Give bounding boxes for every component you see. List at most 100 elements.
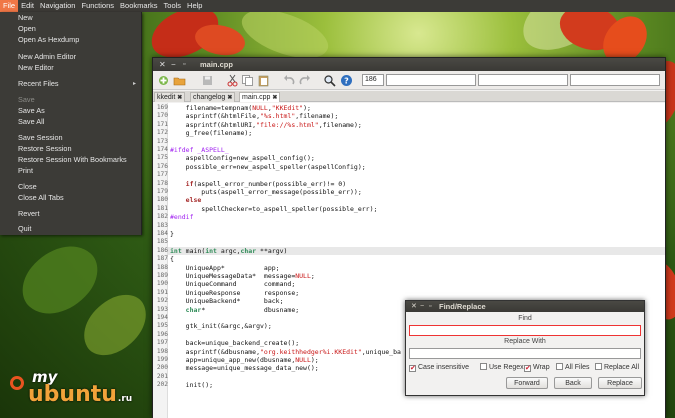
replace-button[interactable]: Replace bbox=[598, 377, 642, 389]
define-input[interactable] bbox=[478, 74, 568, 86]
menu-tools[interactable]: Tools bbox=[161, 0, 185, 12]
tab-kkedit[interactable]: kkedit ✖ bbox=[154, 92, 186, 102]
find-input[interactable] bbox=[409, 325, 641, 336]
file-menu-item-open-as-hexdump[interactable]: Open As Hexdump bbox=[18, 35, 79, 45]
goto-line-input[interactable]: 186 bbox=[362, 74, 384, 86]
save-icon[interactable] bbox=[201, 74, 214, 87]
tab-close-icon[interactable]: ✖ bbox=[272, 95, 277, 101]
file-menu-item-recent-files[interactable]: Recent Files bbox=[18, 79, 59, 89]
redo-icon[interactable] bbox=[298, 74, 311, 87]
case-insensitive-checkbox[interactable]: ✔ Case insensitive bbox=[409, 363, 469, 372]
code-line[interactable]: UniqueResponse response; bbox=[170, 289, 300, 297]
menu-functions[interactable]: Functions bbox=[78, 0, 117, 12]
file-menu-item-save: Save bbox=[18, 95, 35, 104]
logo-line-2: ubuntu bbox=[28, 382, 117, 407]
close-icon[interactable]: ✕ bbox=[159, 59, 166, 70]
code-line[interactable]: possible_err=new_aspell_speller(aspellCo… bbox=[170, 163, 366, 171]
open-folder-icon[interactable] bbox=[173, 74, 186, 87]
wrap-checkbox[interactable]: ✔ Wrap bbox=[524, 363, 550, 372]
code-line[interactable]: #ifdef _ASPELL_ bbox=[170, 146, 229, 154]
checkbox-icon bbox=[595, 363, 602, 370]
code-line[interactable]: puts(aspell_error_message(possible_err))… bbox=[170, 188, 361, 196]
undo-icon[interactable] bbox=[283, 74, 296, 87]
replace-all-checkbox[interactable]: Replace All bbox=[595, 363, 639, 372]
file-menu-item-close[interactable]: Close bbox=[18, 182, 37, 192]
file-menu-item-revert[interactable]: Revert bbox=[18, 209, 40, 219]
code-line[interactable]: init(); bbox=[170, 381, 213, 389]
code-line[interactable]: UniqueApp* app; bbox=[170, 264, 280, 272]
help-icon[interactable]: ? bbox=[340, 74, 353, 87]
code-line[interactable]: gtk_init(&argc,&argv); bbox=[170, 322, 272, 330]
code-line[interactable]: g_free(filename); bbox=[170, 129, 253, 137]
minimize-icon[interactable]: − bbox=[171, 59, 176, 70]
file-menu-item-new-editor[interactable]: New Editor bbox=[18, 63, 54, 73]
api-search-input[interactable] bbox=[570, 74, 660, 86]
tab-close-icon[interactable]: ✖ bbox=[227, 95, 232, 101]
line-number: 199 bbox=[156, 356, 168, 363]
new-file-icon[interactable] bbox=[157, 74, 170, 87]
file-menu-item-close-all-tabs[interactable]: Close All Tabs bbox=[18, 193, 64, 203]
code-line[interactable]: aspellConfig=new_aspell_config(); bbox=[170, 154, 315, 162]
code-line[interactable]: back=unique_backend_create(); bbox=[170, 339, 300, 347]
code-line[interactable]: else bbox=[170, 196, 202, 204]
paste-icon[interactable] bbox=[257, 74, 270, 87]
checkbox-icon bbox=[480, 363, 487, 370]
code-line[interactable]: message=unique_message_data_new(); bbox=[170, 364, 319, 372]
file-menu-item-print[interactable]: Print bbox=[18, 166, 33, 176]
code-line[interactable]: UniqueCommand command; bbox=[170, 280, 296, 288]
tab-main-cpp[interactable]: main.cpp ✖ bbox=[239, 92, 281, 102]
code-line[interactable]: if(aspell_error_number(possible_err)!= 0… bbox=[170, 180, 346, 188]
find-icon[interactable] bbox=[323, 74, 336, 87]
code-line[interactable]: asprintf(&htmlFile,"%s.html",filename); bbox=[170, 112, 339, 120]
search-input[interactable] bbox=[386, 74, 476, 86]
code-line[interactable]: asprintf(&htmlURI,"file://%s.html",filen… bbox=[170, 121, 362, 129]
menu-help[interactable]: Help bbox=[184, 0, 205, 12]
file-menu-item-new[interactable]: New bbox=[18, 13, 33, 23]
line-number: 177 bbox=[156, 171, 168, 179]
close-icon[interactable]: ✕ bbox=[411, 301, 417, 312]
file-menu-item-save-as[interactable]: Save As bbox=[18, 106, 45, 116]
code-line[interactable]: } bbox=[170, 230, 174, 238]
replace-input[interactable] bbox=[409, 348, 641, 359]
code-line[interactable]: int main(int argc,char **argv) bbox=[170, 247, 287, 255]
code-line[interactable]: char* dbusname; bbox=[170, 306, 300, 314]
cut-icon[interactable] bbox=[226, 74, 239, 87]
code-line[interactable]: spellChecker=to_aspell_speller(possible_… bbox=[170, 205, 377, 213]
file-menu-item-save-all[interactable]: Save All bbox=[18, 117, 44, 127]
code-line[interactable]: filename=tempnam(NULL,"KKEdit"); bbox=[170, 104, 311, 112]
file-menu-item-new-admin-editor[interactable]: New Admin Editor bbox=[18, 52, 76, 62]
code-line[interactable]: UniqueBackend* back; bbox=[170, 297, 284, 305]
menu-file[interactable]: File bbox=[0, 0, 19, 12]
file-menu-item-restore-session-with-bookmarks[interactable]: Restore Session With Bookmarks bbox=[18, 155, 127, 165]
back-button[interactable]: Back bbox=[554, 377, 592, 389]
code-line[interactable]: { bbox=[170, 255, 174, 263]
file-menu-item-save-session[interactable]: Save Session bbox=[18, 133, 63, 143]
tab-changelog[interactable]: changelog ✖ bbox=[190, 92, 236, 102]
code-line[interactable]: UniqueMessageData* message=NULL; bbox=[170, 272, 315, 280]
logo-watermark: my ubuntu .ru bbox=[10, 370, 132, 407]
tab-close-icon[interactable]: ✖ bbox=[177, 95, 182, 101]
code-line[interactable]: #endif bbox=[170, 213, 193, 221]
file-menu-item-open[interactable]: Open bbox=[18, 24, 36, 34]
all-files-checkbox[interactable]: All Files bbox=[556, 363, 590, 372]
line-number-gutter: 169 170 171 172 173 174 175 176 177 178 179 180 181 1… bbox=[153, 103, 168, 418]
minimize-icon[interactable]: − bbox=[420, 301, 424, 312]
dialog-title: Find/Replace bbox=[439, 302, 486, 311]
tab-bar: kkedit ✖ changelog ✖ main.cpp ✖ bbox=[153, 91, 665, 102]
menu-edit[interactable]: Edit bbox=[18, 0, 37, 12]
tab-label: main.cpp bbox=[242, 94, 271, 101]
forward-button[interactable]: Forward bbox=[506, 377, 548, 389]
ubuntu-logo-icon bbox=[10, 376, 24, 390]
code-line[interactable]: asprintf(&dbusname,"org.keithhedger%i.KK… bbox=[170, 348, 401, 356]
file-menu-item-restore-session[interactable]: Restore Session bbox=[18, 144, 72, 154]
maximize-icon[interactable]: ▫ bbox=[183, 59, 185, 70]
use-regex-checkbox[interactable]: Use Regex bbox=[480, 363, 524, 372]
menu-bookmarks[interactable]: Bookmarks bbox=[117, 0, 161, 12]
copy-icon[interactable] bbox=[241, 74, 254, 87]
menu-navigation[interactable]: Navigation bbox=[37, 0, 78, 12]
maximize-icon[interactable]: ▫ bbox=[429, 301, 431, 312]
line-number: 171 bbox=[156, 120, 168, 128]
file-menu-item-quit[interactable]: Quit bbox=[18, 224, 31, 234]
submenu-arrow-icon: ▸ bbox=[132, 81, 136, 87]
code-line[interactable]: app=unique_app_new(dbusname,NULL); bbox=[170, 356, 319, 364]
